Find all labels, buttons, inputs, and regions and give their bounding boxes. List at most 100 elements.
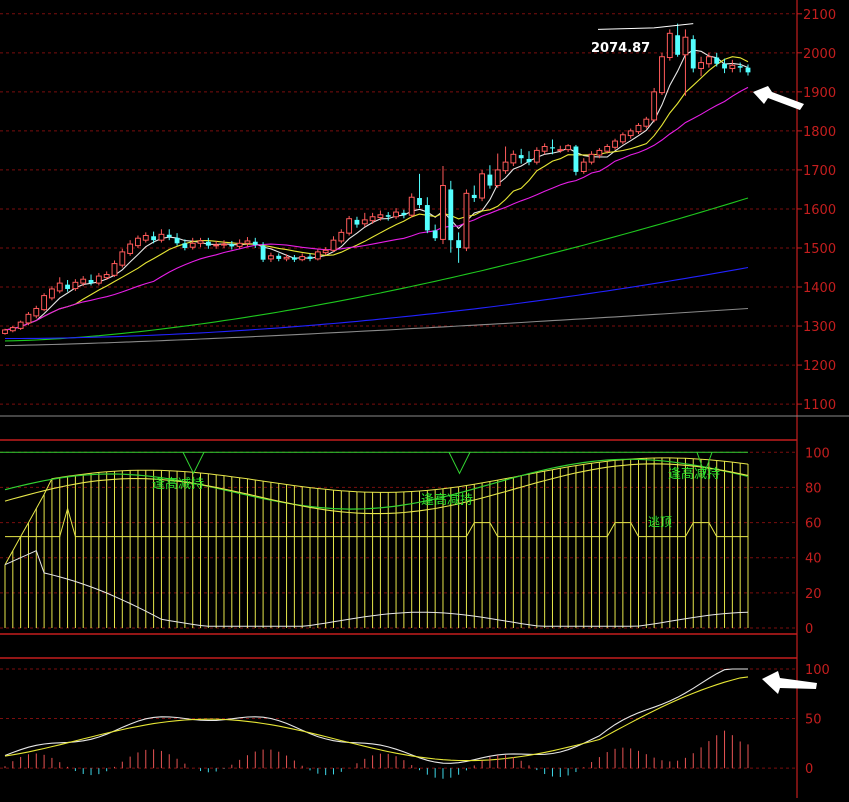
candle-body xyxy=(471,194,477,199)
candle xyxy=(479,169,486,202)
candle xyxy=(361,212,368,227)
candle-body xyxy=(307,256,313,259)
candle xyxy=(494,153,501,188)
candle xyxy=(565,144,572,152)
candle-body xyxy=(9,327,16,332)
candle xyxy=(142,232,149,243)
price-tick-label: 1400 xyxy=(803,281,836,296)
oscillator-panel[interactable]: 0 50 100 xyxy=(0,663,830,779)
candle xyxy=(252,237,258,248)
candle-body xyxy=(417,198,422,206)
candle-body xyxy=(213,244,220,247)
signal-label-escape: 逃顶 xyxy=(648,515,672,529)
candle-body xyxy=(354,219,360,225)
candle xyxy=(174,233,180,246)
candle xyxy=(2,328,8,335)
candle-body xyxy=(72,281,79,290)
signal-v-marker xyxy=(448,452,471,475)
candle xyxy=(314,249,321,261)
candle-body xyxy=(283,256,290,260)
candle xyxy=(401,209,407,219)
indicator-tick-label: 60 xyxy=(805,517,822,532)
candle xyxy=(463,189,470,252)
candle xyxy=(612,138,618,150)
candle-body xyxy=(158,233,165,241)
candle-body xyxy=(314,251,321,260)
candle-body xyxy=(189,242,196,248)
candle-body xyxy=(56,282,63,292)
candle-body xyxy=(103,274,110,279)
candle-body xyxy=(182,243,188,248)
price-tick-label: 1700 xyxy=(803,164,836,179)
indicator-tick-label: 40 xyxy=(805,552,822,567)
candle-body xyxy=(80,278,87,284)
candle-body xyxy=(643,118,650,127)
stock-chart-canvas[interactable]: 1100120013001400150016001700180019002000… xyxy=(0,0,849,798)
price-panel[interactable]: 1100 1200 1300 1400 1500 1600 1700 1800 1900 2000… xyxy=(0,8,836,413)
candle xyxy=(627,128,634,139)
candle-body xyxy=(299,256,306,261)
candle-body xyxy=(596,149,603,156)
candle xyxy=(675,23,681,57)
candle xyxy=(550,139,555,155)
candle-body xyxy=(651,91,658,121)
candle-body xyxy=(619,134,626,143)
candle-body xyxy=(533,149,540,163)
candle xyxy=(385,212,391,221)
signal-label-3: 逢高减持 xyxy=(668,466,720,482)
signal-label-2: 逢高减持 xyxy=(421,492,473,508)
candle xyxy=(205,237,211,249)
candle xyxy=(690,35,696,73)
candle xyxy=(236,239,243,249)
candle xyxy=(111,260,118,277)
candle-body xyxy=(221,243,227,246)
candle xyxy=(267,252,274,263)
candle-body xyxy=(463,192,470,249)
candle-body xyxy=(432,230,438,239)
candle-body xyxy=(393,211,399,218)
candle xyxy=(135,235,141,248)
candle xyxy=(25,311,32,326)
candle-body xyxy=(25,313,32,324)
candle-body xyxy=(612,140,618,148)
arrow-left-icon xyxy=(753,86,804,110)
candle-body xyxy=(260,245,266,260)
candle xyxy=(338,229,345,244)
candle-body xyxy=(330,239,337,251)
candle xyxy=(518,148,524,164)
candle xyxy=(166,229,172,241)
candle-body xyxy=(33,307,40,317)
price-tick-label: 1300 xyxy=(803,320,836,335)
candle xyxy=(533,147,540,165)
candle-body xyxy=(737,66,743,68)
price-tick-label: 2100 xyxy=(803,8,836,23)
candle-body xyxy=(659,56,665,94)
candle xyxy=(41,293,48,312)
candle xyxy=(456,232,462,263)
candle-body xyxy=(369,216,376,222)
candle-body xyxy=(627,130,634,137)
price-tick-label: 1500 xyxy=(803,242,836,257)
candle-body xyxy=(142,234,149,241)
ma10-line xyxy=(4,56,749,331)
candle xyxy=(510,150,517,167)
candle xyxy=(65,279,70,292)
candle-body xyxy=(166,234,172,238)
ma250-line xyxy=(4,307,749,347)
candle xyxy=(197,237,204,248)
candle-body xyxy=(361,219,368,225)
peak-leader-line xyxy=(597,23,694,30)
candle xyxy=(588,151,595,165)
candle-body xyxy=(49,288,55,299)
candle xyxy=(714,52,720,67)
candle-body xyxy=(236,242,243,247)
candle-body xyxy=(675,35,681,55)
candle xyxy=(580,158,587,174)
candle-body xyxy=(635,124,642,133)
candle-body xyxy=(588,153,595,163)
candle-body xyxy=(580,161,587,172)
candle xyxy=(322,247,329,256)
candle xyxy=(95,272,102,286)
candle xyxy=(635,123,642,135)
candle-body xyxy=(338,231,345,242)
